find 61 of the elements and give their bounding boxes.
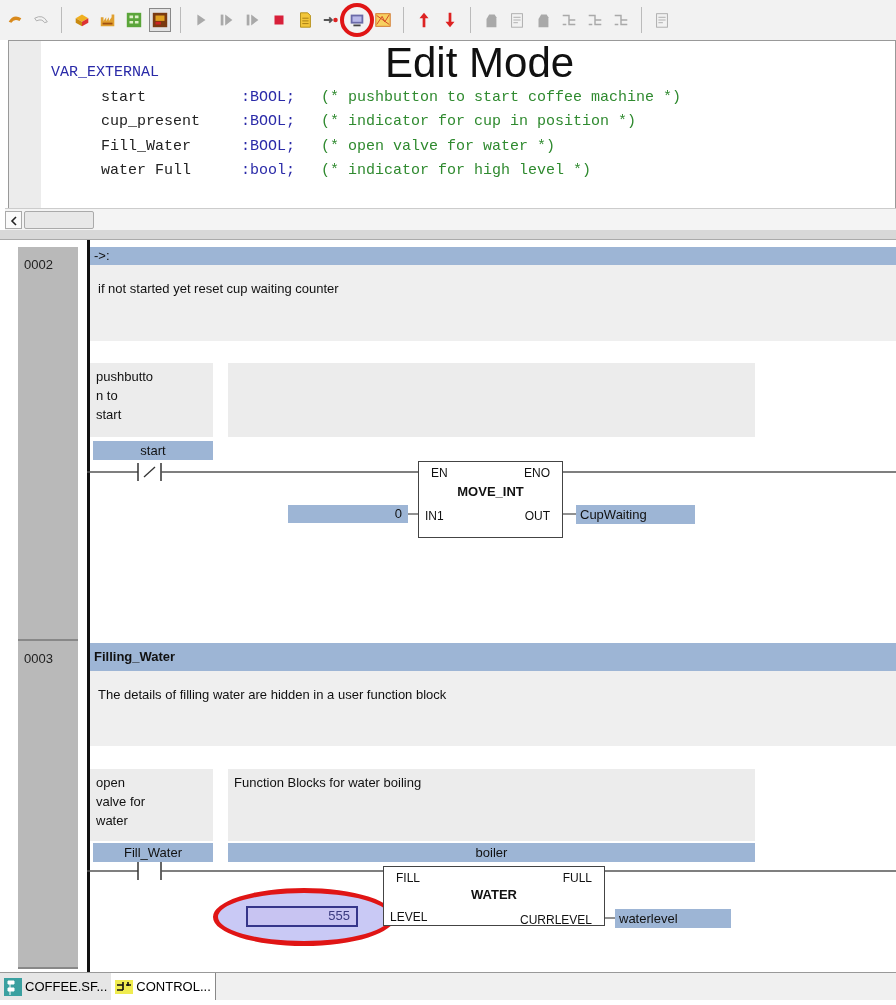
pin-label: OUT xyxy=(524,508,550,525)
pin-label: ENO xyxy=(524,465,550,482)
instance-label: boiler xyxy=(228,843,755,862)
code-comment: (* open valve for water *) xyxy=(321,136,556,157)
variable-name: cup_present xyxy=(100,112,202,132)
grid-icon xyxy=(125,10,143,30)
scrollbar-thumb[interactable] xyxy=(24,210,94,229)
variable-name: Fill_Water xyxy=(100,136,192,157)
scroll-left-button[interactable] xyxy=(5,210,22,229)
wire xyxy=(562,513,577,515)
pin-label: IN1 xyxy=(425,508,444,525)
sheet-icon xyxy=(653,10,671,30)
code-comment: (* pushbutton to start coffee machine *) xyxy=(321,87,682,108)
variable-type: :BOOL; xyxy=(241,87,296,108)
panel-button[interactable] xyxy=(149,8,171,32)
output-variable: CupWaiting xyxy=(576,505,695,524)
network-number: 0003 xyxy=(18,641,78,969)
pin-label: FULL xyxy=(562,870,592,887)
variable-label: start xyxy=(93,441,213,460)
wire xyxy=(87,471,139,473)
output-variable: waterlevel xyxy=(615,909,731,928)
variable-type: :BOOL; xyxy=(241,112,296,132)
variable-name: start xyxy=(100,87,147,108)
network-title: ->: xyxy=(90,247,896,265)
input-value: 0 xyxy=(288,505,408,523)
ladder-icon xyxy=(115,977,134,996)
pin-label: CURRLEVEL xyxy=(519,912,592,929)
network-comment: if not started yet reset cup waiting counter xyxy=(98,281,339,296)
file-tab[interactable]: CONTROL... xyxy=(111,973,216,1000)
block-type: MOVE_INT xyxy=(456,483,525,501)
file-tab[interactable]: COFFEE.SF... xyxy=(0,973,112,1000)
value-input-field[interactable]: 555 xyxy=(246,906,358,927)
pin-label: EN xyxy=(431,465,448,482)
network-number: 0002 xyxy=(18,247,78,641)
code-comment: (* indicator for cup in position *) xyxy=(321,112,637,132)
variable-label: Fill_Water xyxy=(93,843,213,862)
code-comment: (* indicator for high level *) xyxy=(321,161,592,181)
chart-icon xyxy=(4,977,22,996)
annotation-label: Edit Mode xyxy=(385,40,575,86)
function-block[interactable]: EN ENO MOVE_INT IN1 OUT xyxy=(418,461,563,538)
block-type: WATER xyxy=(470,886,518,904)
chart-icon xyxy=(374,10,392,30)
variable-name: water Full xyxy=(100,161,192,181)
variable-type: :BOOL; xyxy=(241,136,296,157)
sheet-icon xyxy=(508,10,526,30)
wire xyxy=(87,870,139,872)
block-comment: Function Blocks for water boiling xyxy=(228,769,755,841)
wire xyxy=(604,917,616,919)
pin-label: LEVEL xyxy=(390,909,428,926)
pin-label: FILL xyxy=(396,870,420,887)
function-block[interactable]: FILL FULL WATER LEVEL CURRLEVEL xyxy=(383,866,605,926)
variable-type: :bool; xyxy=(241,161,296,181)
chevron-left-icon xyxy=(9,215,18,226)
network-title: Filling_Water xyxy=(90,643,896,671)
highlight-circle xyxy=(340,3,374,37)
contact-comment: pushbutto n to start xyxy=(90,363,213,437)
contact-comment: open valve for water xyxy=(90,769,213,841)
wire xyxy=(407,513,419,515)
code-keyword: VAR_EXTERNAL xyxy=(51,63,160,83)
network-comment: The details of filling water are hidden in a user function block xyxy=(98,687,447,702)
panel-icon xyxy=(151,10,169,30)
